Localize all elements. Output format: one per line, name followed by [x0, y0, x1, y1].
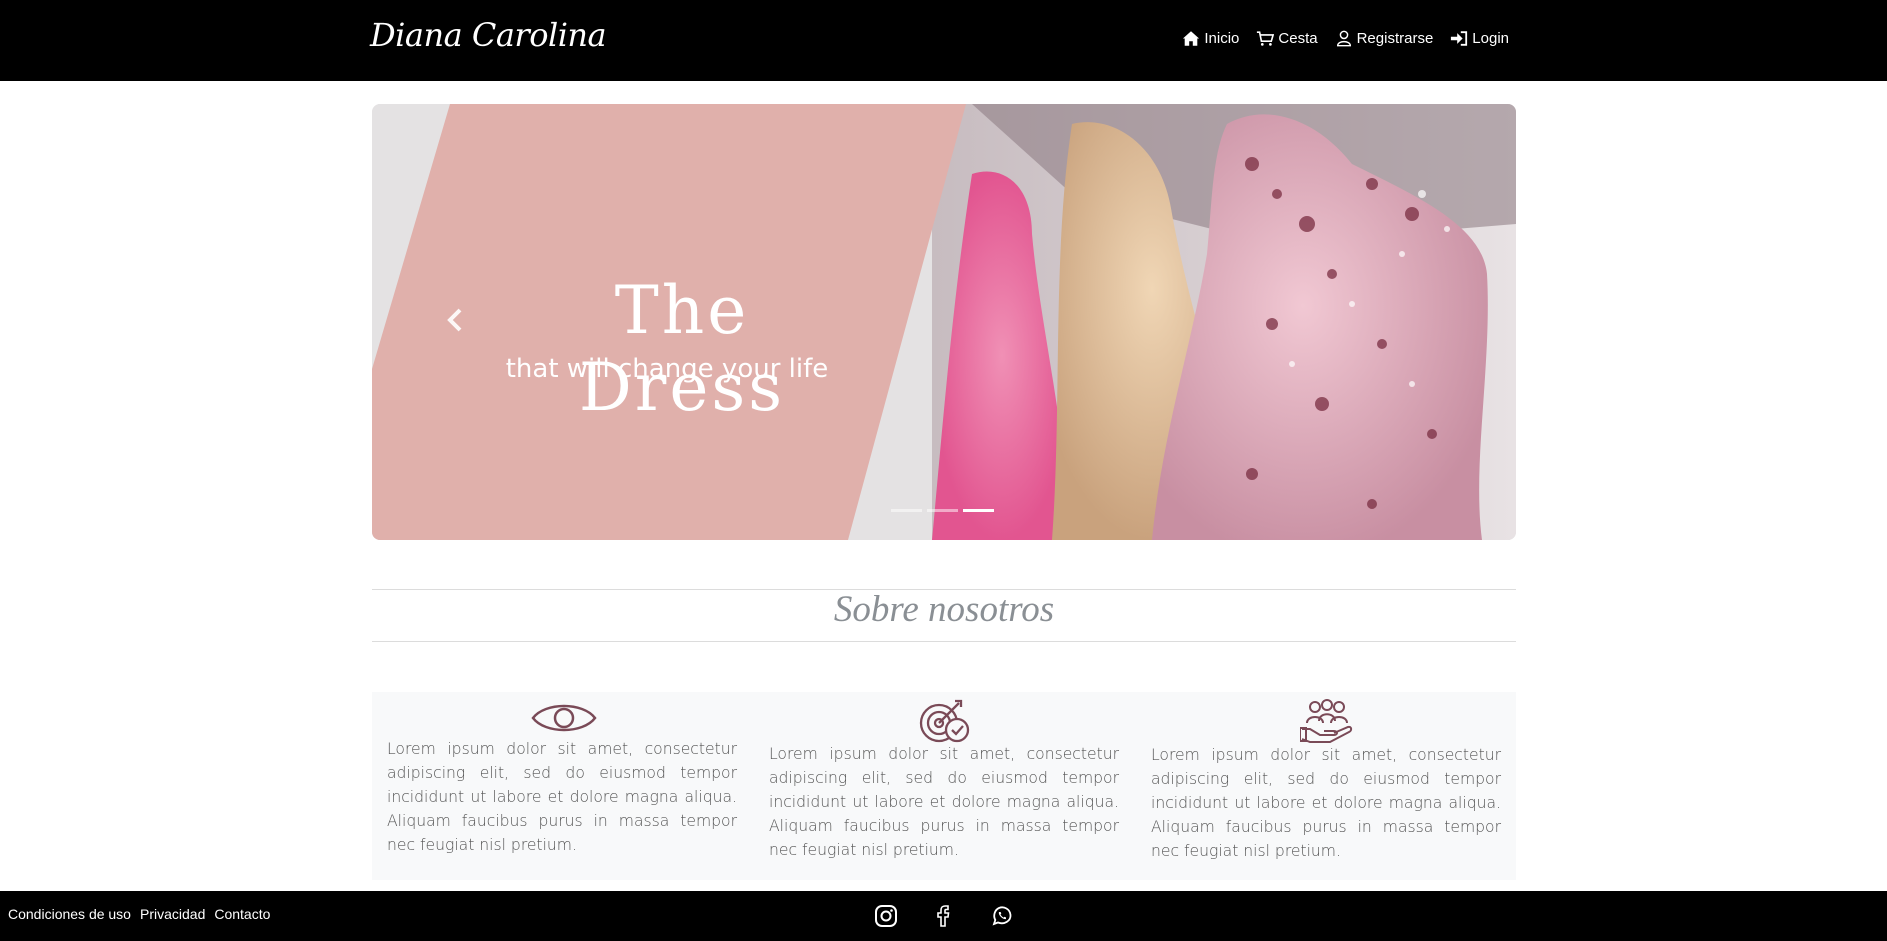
carousel-indicator-3[interactable] [963, 509, 994, 512]
nav-inicio-label: Inicio [1204, 30, 1240, 47]
nav-links: Inicio Cesta Registrarse Login [1182, 30, 1509, 47]
nav-registrarse-label: Registrarse [1356, 30, 1434, 47]
whatsapp-icon[interactable] [990, 904, 1014, 928]
footer-link-privacy[interactable]: Privacidad [140, 906, 205, 922]
nav-inicio[interactable]: Inicio [1182, 30, 1239, 47]
nav-cesta[interactable]: Cesta [1256, 30, 1318, 47]
sign-in-icon [1451, 31, 1468, 46]
nav-login[interactable]: Login [1450, 30, 1509, 47]
user-icon [1336, 30, 1351, 47]
facebook-icon[interactable] [932, 904, 956, 928]
home-icon [1183, 31, 1200, 46]
nav-login-label: Login [1472, 30, 1509, 47]
carousel-indicator-1[interactable] [891, 509, 922, 512]
hero-carousel[interactable]: The Dress that will change your life [372, 104, 1516, 540]
target-check-icon [919, 699, 970, 743]
eye-icon [531, 704, 597, 732]
navbar: Diana Carolina Inicio Cesta Registrarse … [0, 0, 1887, 81]
slide-subtitle: that will change your life [505, 354, 829, 384]
footer-links: Condiciones de uso Privacidad Contacto [8, 906, 270, 922]
slide-title: The Dress [578, 272, 786, 426]
nav-registrarse[interactable]: Registrarse [1335, 30, 1434, 47]
cart-icon [1257, 31, 1275, 46]
feature-text: Lorem ipsum dolor sit amet, consectetur … [1151, 746, 1501, 860]
team-hand-icon [1300, 699, 1353, 743]
section-title: Sobre nosotros [833, 589, 1055, 630]
instagram-icon[interactable] [874, 904, 898, 928]
feature-text: Lorem ipsum dolor sit amet, consectetur … [387, 740, 737, 854]
carousel-prev-icon[interactable] [444, 306, 468, 334]
carousel-indicators [891, 509, 994, 512]
nav-cesta-label: Cesta [1278, 30, 1318, 47]
footer-link-conditions[interactable]: Condiciones de uso [8, 906, 131, 922]
features-panel: Lorem ipsum dolor sit amet, consectetur … [372, 692, 1516, 880]
divider-bottom [372, 641, 1516, 642]
carousel-indicator-2[interactable] [927, 509, 958, 512]
brand-logo[interactable]: Diana Carolina [370, 16, 607, 54]
footer: Condiciones de uso Privacidad Contacto [0, 891, 1887, 941]
footer-link-contact[interactable]: Contacto [214, 906, 270, 922]
feature-text: Lorem ipsum dolor sit amet, consectetur … [769, 745, 1119, 859]
